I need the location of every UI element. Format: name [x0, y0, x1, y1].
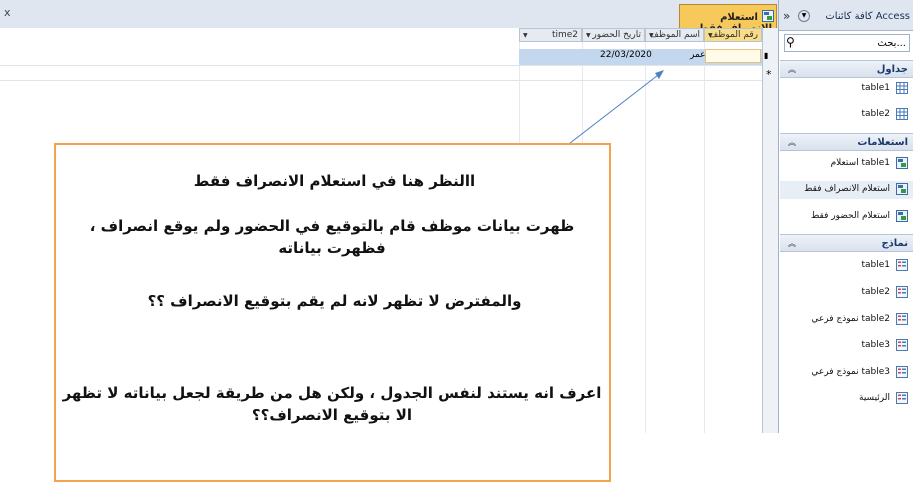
nav-item-label: استعلام الانصراف فقط	[804, 184, 890, 194]
group-tables[interactable]: ︽ جداول	[780, 60, 913, 78]
collapse-group-icon[interactable]: ︽	[788, 238, 796, 249]
current-record-icon: ▮	[764, 51, 769, 60]
nav-item-table1[interactable]: table1	[780, 80, 913, 98]
document-tab-bar	[0, 0, 778, 29]
form-icon	[896, 313, 908, 325]
chevron-down-icon[interactable]: ▼	[798, 10, 810, 22]
cell-employee-name[interactable]: عمر	[690, 50, 706, 60]
nav-item-query-departure-only[interactable]: استعلام الانصراف فقط	[780, 181, 913, 199]
collapse-group-icon[interactable]: ︽	[788, 64, 796, 75]
query-icon	[896, 157, 908, 169]
group-queries[interactable]: ︽ استعلامات	[780, 133, 913, 151]
form-icon	[896, 286, 908, 298]
navigation-pane: » ▼ كافة كائنات Access ⚲ بحث... ︽ جداول …	[778, 0, 913, 433]
cell-attendance-date[interactable]: 22/03/2020	[600, 50, 652, 60]
nav-item-form-table2[interactable]: table2	[780, 284, 913, 302]
nav-item-form-table1[interactable]: table1	[780, 257, 913, 275]
table-icon	[896, 108, 908, 120]
column-header-time2[interactable]: time2 ▼	[519, 28, 582, 42]
dropdown-arrow-icon[interactable]: ▼	[586, 32, 591, 39]
form-icon	[896, 259, 908, 271]
collapse-group-icon[interactable]: ︽	[788, 137, 796, 148]
column-header-label: اسم الموظف	[649, 30, 700, 40]
dropdown-arrow-icon[interactable]: ▼	[649, 32, 654, 39]
row-divider	[0, 65, 778, 66]
nav-item-label: table2	[861, 287, 890, 297]
callout-line-4: اعرف انه يستند لنفس الجدول ، ولكن هل من …	[62, 384, 602, 424]
nav-item-label: table1 استعلام	[830, 158, 890, 168]
column-header-attendance-date[interactable]: تاريخ الحضور ▼	[582, 28, 645, 42]
nav-item-form-table2-subform[interactable]: table2 نموذج فرعي	[780, 311, 913, 329]
close-document-button[interactable]: x	[4, 6, 11, 19]
group-forms[interactable]: ︽ نماذج	[780, 234, 913, 252]
callout-line-2: ظهرت بيانات موظف قام بالتوقيع في الحضور …	[89, 217, 575, 257]
column-header-employee-name[interactable]: اسم الموظف ▼	[645, 28, 704, 42]
nav-item-table2[interactable]: table2	[780, 106, 913, 124]
navigation-pane-header[interactable]: » ▼ كافة كائنات Access	[779, 0, 913, 31]
collapse-pane-icon[interactable]: »	[783, 9, 790, 23]
dropdown-arrow-icon[interactable]: ▼	[708, 32, 713, 39]
callout-line-1: االنظر هنا في استعلام الانصراف فقط	[193, 172, 476, 190]
callout-line-3: والمفترض لا تظهر لانه لم يقم بتوقيع الان…	[147, 292, 522, 310]
dropdown-arrow-icon[interactable]: ▼	[523, 32, 528, 39]
nav-item-form-table3-subform[interactable]: table3 نموذج فرعي	[780, 364, 913, 382]
row-divider	[0, 80, 778, 81]
group-label: نماذج	[881, 238, 908, 249]
column-header-label: تاريخ الحضور	[592, 30, 641, 40]
query-icon	[762, 10, 774, 22]
form-icon	[896, 366, 908, 378]
nav-item-label: table3	[861, 340, 890, 350]
cell-employee-id[interactable]	[705, 49, 761, 63]
navigation-pane-title: كافة كائنات Access	[825, 11, 910, 22]
nav-item-label: table3 نموذج فرعي	[811, 367, 890, 377]
group-label: استعلامات	[857, 137, 908, 148]
column-divider	[645, 42, 646, 433]
nav-item-label: table1	[861, 83, 890, 93]
query-icon	[896, 210, 908, 222]
annotation-callout: االنظر هنا في استعلام الانصراف فقط ظهرت …	[54, 143, 611, 482]
nav-item-form-table3[interactable]: table3	[780, 337, 913, 355]
column-header-label: رقم الموظف	[708, 30, 758, 40]
query-icon	[896, 183, 908, 195]
group-label: جداول	[876, 64, 908, 75]
nav-item-label: table2	[861, 109, 890, 119]
column-divider	[704, 42, 705, 433]
table-icon	[896, 82, 908, 94]
search-icon[interactable]: ⚲	[786, 35, 795, 49]
nav-item-label: table1	[861, 260, 890, 270]
row-selector-column[interactable]	[762, 28, 778, 433]
column-header-employee-id[interactable]: رقم الموظف ▼	[704, 28, 762, 42]
search-placeholder: بحث...	[877, 38, 906, 49]
nav-item-query-table1[interactable]: table1 استعلام	[780, 155, 913, 173]
new-record-marker[interactable]: *	[766, 68, 772, 81]
nav-item-form-main[interactable]: الرئيسية	[780, 390, 913, 408]
form-icon	[896, 339, 908, 351]
nav-item-label: استعلام الحضور فقط	[810, 211, 890, 221]
form-icon	[896, 392, 908, 404]
search-input[interactable]: ⚲ بحث...	[784, 34, 910, 52]
column-header-label: time2	[551, 30, 578, 40]
tab-query-departure-only[interactable]: استعلام الانصراف فقط	[679, 4, 777, 34]
nav-item-query-attendance-only[interactable]: استعلام الحضور فقط	[780, 208, 913, 226]
nav-item-label: الرئيسية	[859, 393, 890, 403]
nav-item-label: table2 نموذج فرعي	[811, 314, 890, 324]
